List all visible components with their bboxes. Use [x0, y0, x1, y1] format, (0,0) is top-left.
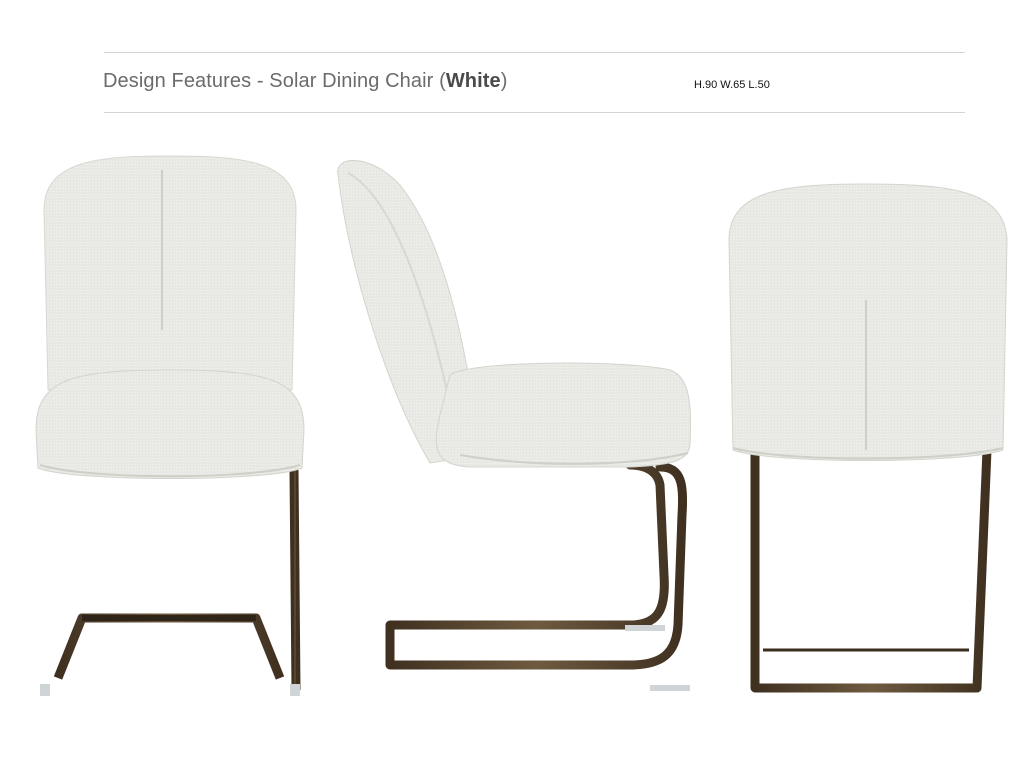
frame-side [385, 460, 688, 670]
dimensions-label: H.90 W.65 L.50 [694, 79, 770, 91]
frame-back [750, 449, 992, 693]
chair-back-view [725, 180, 1015, 700]
seat-side [435, 362, 692, 468]
backrest-rear [728, 183, 1008, 461]
header-top-rule [104, 52, 965, 53]
page-title: Design Features - Solar Dining Chair (Wh… [103, 70, 508, 93]
title-color-variant: White [445, 70, 501, 92]
backrest [43, 155, 297, 391]
frame-front [39, 469, 301, 691]
title-prefix: Design Features - Solar Dining Chair ( [103, 70, 446, 92]
title-suffix: ) [500, 70, 508, 92]
chair-front-view [30, 150, 310, 710]
header-bottom-rule [104, 112, 965, 113]
seat [35, 369, 305, 479]
chair-side-view [330, 155, 700, 705]
